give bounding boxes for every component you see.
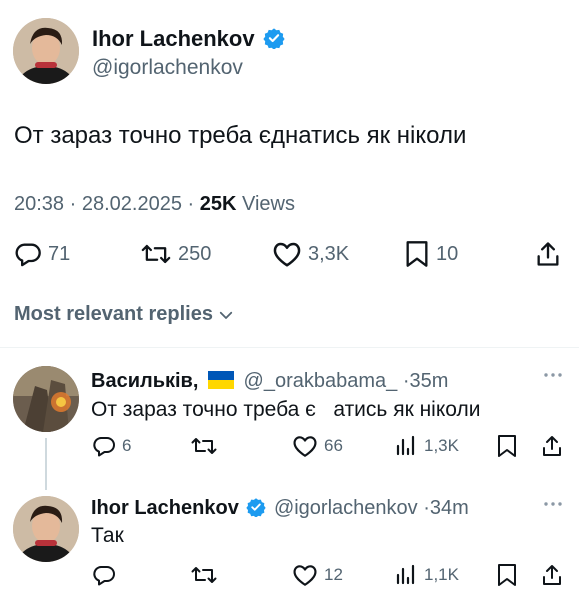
reply-icon: [92, 434, 116, 458]
bookmark-icon: [496, 563, 518, 587]
more-horizontal-icon: [544, 502, 562, 506]
reply-count: 71: [48, 242, 71, 265]
replies-sort-dropdown[interactable]: Most relevant replies: [14, 303, 235, 326]
reply-icon: [92, 563, 116, 587]
reply-retweet-button[interactable]: [190, 563, 218, 587]
author-name[interactable]: Ihor Lachenkov: [92, 26, 255, 51]
reply-share-button[interactable]: [540, 563, 564, 587]
tweet-text: От зараз точно треба єднатись як ніколи: [14, 122, 467, 149]
reply-time[interactable]: 35m: [410, 370, 449, 392]
reply-author-name[interactable]: Ihor Lachenkov: [91, 497, 239, 519]
avatar-image: [13, 18, 79, 84]
share-icon: [534, 240, 562, 268]
reply-text: Так: [91, 524, 124, 547]
ukraine-flag-icon: [207, 371, 234, 389]
reply-header: Ihor Lachenkov @igorlachenkov ·34m: [91, 497, 469, 520]
retweet-icon: [190, 434, 218, 458]
retweet-icon: [140, 240, 172, 268]
share-button[interactable]: [534, 240, 562, 268]
reply-author-name[interactable]: Васильків,: [91, 370, 198, 392]
share-icon: [540, 434, 564, 458]
author-name-row: Ihor Lachenkov: [92, 26, 285, 52]
chevron-down-icon: [219, 311, 233, 319]
views-count: 25K: [199, 193, 237, 215]
reply-share-button[interactable]: [540, 434, 564, 458]
tweet-date[interactable]: 28.02.2025: [82, 193, 182, 215]
reply-views-count: 1,1K: [424, 565, 459, 584]
author-avatar[interactable]: [13, 18, 79, 84]
reply-author-avatar[interactable]: [13, 496, 79, 562]
tweet-time[interactable]: 20:38: [14, 193, 64, 215]
reply-icon: [14, 240, 42, 268]
reply-like-button[interactable]: 12: [292, 563, 343, 587]
reply-text: От зараз точно треба є атись як ніколи: [91, 398, 481, 421]
reply-author-handle[interactable]: @igorlachenkov: [274, 497, 418, 519]
reply-bookmark-button[interactable]: [496, 563, 518, 587]
reply-reply-button[interactable]: 6: [92, 434, 131, 458]
separator-dot: ·: [69, 193, 82, 215]
reply-like-count: 12: [324, 565, 343, 584]
verified-badge-icon: [246, 498, 267, 518]
reply-button[interactable]: 71: [14, 240, 70, 268]
separator-dot: ·: [402, 370, 410, 392]
heart-icon: [272, 240, 302, 268]
reply-views-button[interactable]: 1,1K: [394, 563, 459, 587]
retweet-count: 250: [178, 242, 212, 265]
reply-bookmark-button[interactable]: [496, 434, 518, 458]
bookmark-icon: [404, 240, 430, 268]
bookmark-icon: [496, 434, 518, 458]
reply-header: Васильків, @_orakbabama_ ·35m: [91, 370, 448, 393]
author-handle[interactable]: @igorlachenkov: [92, 56, 243, 80]
bookmark-count: 10: [436, 242, 459, 265]
reply-views-button[interactable]: 1,3K: [394, 434, 459, 458]
like-count: 3,3K: [308, 242, 350, 265]
views-label: Views: [242, 193, 295, 215]
retweet-icon: [190, 563, 218, 587]
thread-connector-line: [45, 438, 47, 490]
verified-badge-icon: [263, 28, 285, 50]
like-button[interactable]: 3,3K: [272, 240, 349, 268]
bookmark-button[interactable]: 10: [404, 240, 458, 268]
share-icon: [540, 563, 564, 587]
more-options-button[interactable]: [542, 497, 564, 516]
heart-icon: [292, 434, 318, 458]
reply-reply-button[interactable]: [92, 563, 116, 587]
more-horizontal-icon: [544, 373, 562, 377]
reply-like-count: 66: [324, 436, 343, 455]
reply-like-button[interactable]: 66: [292, 434, 343, 458]
separator-dot: ·: [187, 193, 200, 215]
reply-author-handle[interactable]: @_orakbabama_: [244, 370, 398, 392]
retweet-button[interactable]: 250: [140, 240, 211, 268]
analytics-icon: [394, 434, 418, 458]
heart-icon: [292, 563, 318, 587]
separator-dot: ·: [423, 497, 430, 519]
avatar-image: [13, 496, 79, 562]
reply-time[interactable]: 34m: [430, 497, 469, 519]
reply-views-count: 1,3K: [424, 436, 459, 455]
analytics-icon: [394, 563, 418, 587]
section-divider: [0, 347, 579, 348]
replies-sort-label: Most relevant replies: [14, 303, 213, 325]
tweet-meta: 20:38 · 28.02.2025 · 25K Views: [14, 193, 295, 216]
reply-author-avatar[interactable]: [13, 366, 79, 432]
reply-retweet-button[interactable]: [190, 434, 218, 458]
avatar-image: [13, 366, 79, 432]
more-options-button[interactable]: [542, 368, 564, 387]
reply-reply-count: 6: [122, 436, 132, 455]
